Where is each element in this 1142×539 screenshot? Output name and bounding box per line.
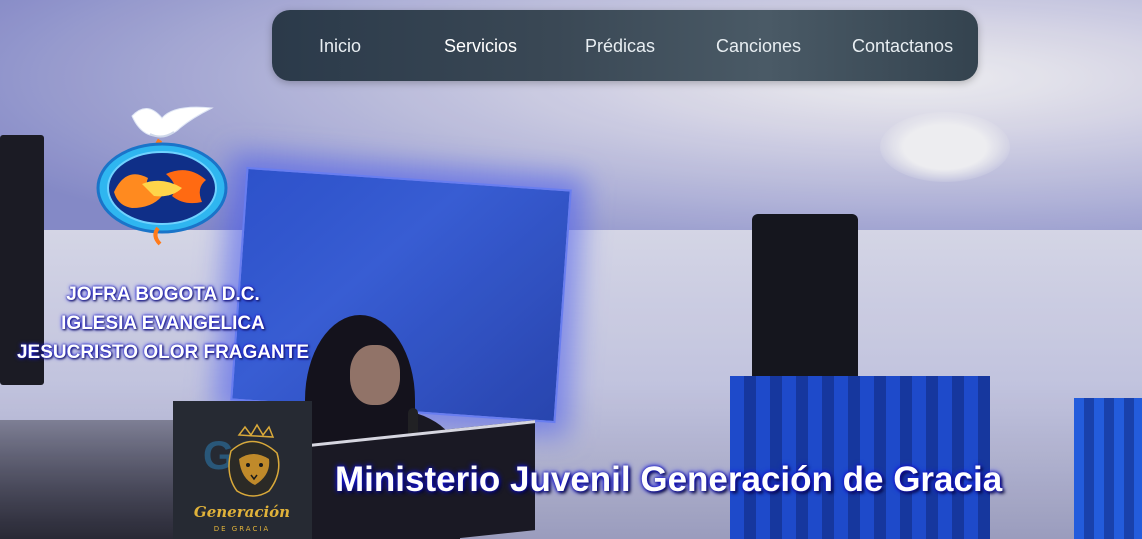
church-name-line2: IGLESIA EVANGELICA bbox=[61, 313, 265, 334]
church-name-line3: JESUCRISTO OLOR FRAGANTE bbox=[16, 342, 310, 363]
lion-crown-icon: GG Generación DE GRACIA bbox=[194, 423, 290, 533]
ministry-title: Ministerio Juvenil Generación de Gracia bbox=[335, 460, 1003, 499]
ministry-logo-subtext: DE GRACIA bbox=[214, 525, 270, 533]
ministry-logo-text: Generación bbox=[194, 503, 290, 521]
hero-page: Inicio Servicios Prédicas Canciones Cont… bbox=[0, 0, 1142, 539]
church-logo[interactable] bbox=[92, 96, 232, 246]
nav-servicios[interactable]: Servicios bbox=[444, 36, 517, 57]
dove-globe-flame-icon bbox=[96, 106, 228, 246]
church-name-line1: JOFRA BOGOTA D.C. bbox=[66, 284, 260, 305]
main-navbar: Inicio Servicios Prédicas Canciones Cont… bbox=[272, 10, 978, 81]
ministry-logo[interactable]: GG Generación DE GRACIA bbox=[173, 401, 312, 539]
church-name: JOFRA BOGOTA D.C. IGLESIA EVANGELICA JES… bbox=[0, 280, 326, 367]
nav-contactanos[interactable]: Contactanos bbox=[852, 36, 953, 57]
nav-canciones[interactable]: Canciones bbox=[716, 36, 801, 57]
nav-predicas[interactable]: Prédicas bbox=[585, 36, 655, 57]
nav-inicio[interactable]: Inicio bbox=[319, 36, 361, 57]
